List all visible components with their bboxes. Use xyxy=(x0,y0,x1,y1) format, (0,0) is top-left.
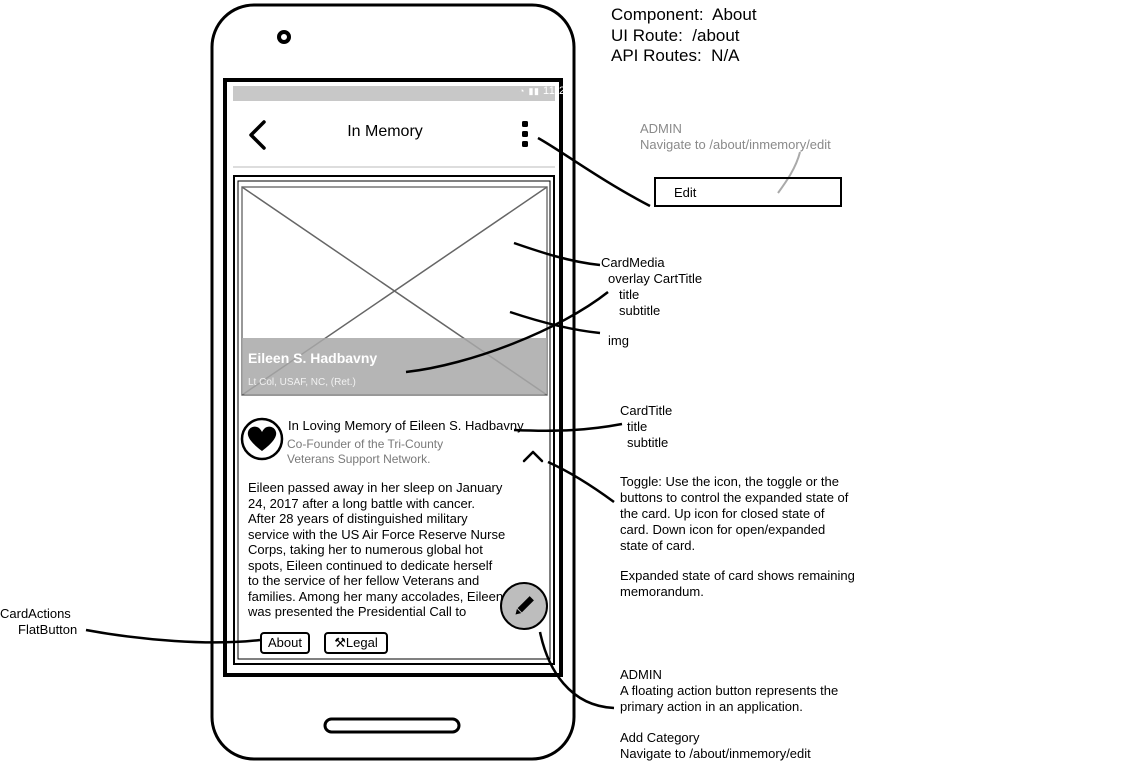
body-line: Eileen passed away in her sleep on Janua… xyxy=(248,480,503,495)
status-bar-time: ◔ ▮▮ 11:25 xyxy=(519,85,573,97)
overlay-subtitle: Lt Col, USAF, NC, (Ret.) xyxy=(248,377,356,388)
expanded-note: Expanded state of card shows remaining m… xyxy=(620,568,855,599)
body-line: After 28 years of distinguished military xyxy=(248,511,468,526)
status-bar xyxy=(233,86,555,101)
fab-note: ADMIN A floating action button represent… xyxy=(620,667,839,761)
card-title-note: CardTitle title subtitle xyxy=(620,403,673,450)
card-subtitle: Co-Founder of the Tri-County Veterans Su… xyxy=(287,437,487,467)
component-value: About xyxy=(712,5,757,24)
card-title: In Loving Memory of Eileen S. Hadbavny xyxy=(288,418,524,433)
body-line: Corps, taking her to numerous global hot xyxy=(248,542,483,557)
edit-menu-item[interactable]: Edit xyxy=(654,177,842,207)
body-line: service with the US Air Force Reserve Nu… xyxy=(248,526,506,542)
more-vertical-icon[interactable] xyxy=(518,119,532,149)
api-routes-value: N/A xyxy=(711,46,740,65)
card-body-text: Eileen passed away in her sleep on Janua… xyxy=(248,480,524,620)
wireframe-drawing xyxy=(85,3,801,761)
home-button xyxy=(323,717,461,734)
gavel-icon: ⚒ xyxy=(334,635,346,650)
toggle-note: Toggle: Use the icon, the toggle or the … xyxy=(620,474,849,553)
body-line: to the service of her fellow Veterans an… xyxy=(248,573,480,588)
api-routes-meta: API Routes: N/A xyxy=(611,46,740,66)
signal-icon: ▮▮ xyxy=(528,86,540,96)
legal-button[interactable]: ⚒Legal xyxy=(324,632,388,654)
wifi-icon: ◔ xyxy=(519,86,525,96)
pencil-icon xyxy=(515,596,534,615)
heart-icon xyxy=(240,417,284,461)
component-meta: Component: About xyxy=(611,5,757,25)
img-note: img xyxy=(608,333,629,348)
card-actions-note: CardActions FlatButton xyxy=(0,606,78,637)
body-line: families. Among her many accolades, Eile… xyxy=(248,588,504,604)
phone-camera xyxy=(277,30,291,44)
app-bar-title: In Memory xyxy=(347,123,423,140)
ui-route-meta: UI Route: /about xyxy=(611,26,740,46)
ui-route-label: UI Route: xyxy=(611,26,683,45)
card-subtitle-line: Co-Founder of the Tri-County xyxy=(287,437,444,451)
body-line: spots, Eileen continued to dedicate hers… xyxy=(248,557,493,573)
chevron-up-icon[interactable] xyxy=(522,448,544,464)
card-subtitle-line: Veterans Support Network. xyxy=(287,452,431,466)
body-line: was presented the Presidential Call to xyxy=(248,604,467,619)
edit-fab-button[interactable] xyxy=(500,582,548,630)
about-button[interactable]: About xyxy=(260,632,310,654)
overlay-title: Eileen S. Hadbavny xyxy=(248,350,378,366)
api-routes-label: API Routes: xyxy=(611,46,702,65)
body-line: 24, 2017 after a long battle with cancer… xyxy=(248,495,475,511)
card-media-note: CardMedia overlay CartTitle title subtit… xyxy=(601,255,703,318)
admin-menu-note: ADMIN Navigate to /about/inmemory/edit xyxy=(640,121,831,152)
component-label: Component: xyxy=(611,5,704,24)
back-chevron-left-icon[interactable] xyxy=(246,119,270,151)
ui-route-value: /about xyxy=(692,26,740,45)
